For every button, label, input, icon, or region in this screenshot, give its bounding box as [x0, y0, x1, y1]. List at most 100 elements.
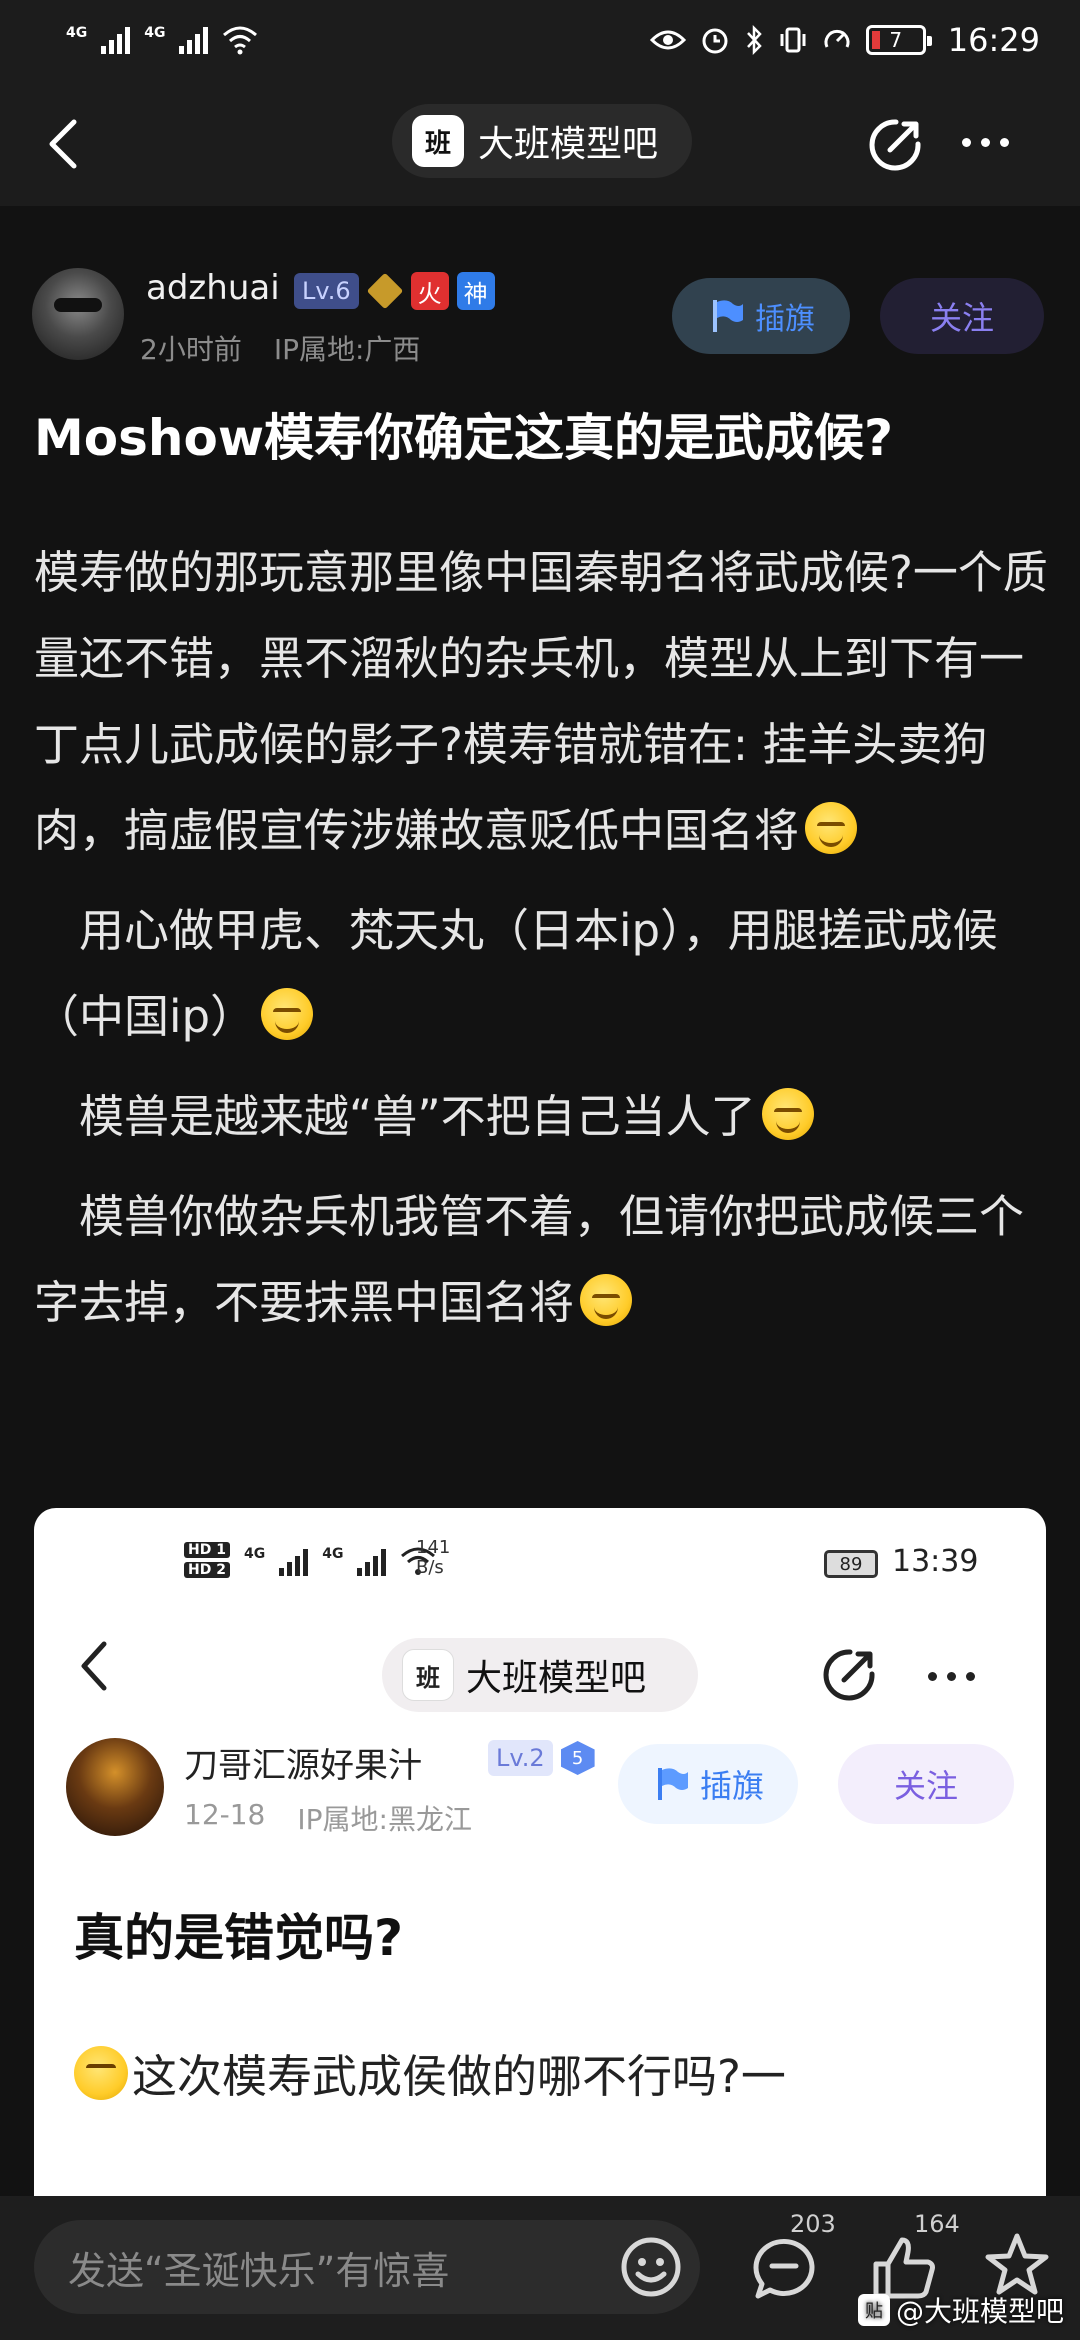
forum-name: 大班模型吧 [478, 124, 659, 165]
network-speed: 141 B/s [416, 1538, 450, 1578]
hd-badges: HD 1 HD 2 [184, 1542, 230, 1578]
embedded-status-bar: HD 1 HD 2 4G 4G 141 B/s 89 13:39 [34, 1508, 1046, 1598]
hd1-label: HD 1 [184, 1542, 230, 1558]
data-saver-icon [824, 29, 850, 48]
follow-button: 关注 [838, 1744, 1014, 1824]
flag-icon [713, 300, 743, 332]
network-type-2: 4G [322, 1546, 344, 1562]
status-bar: 4G 4G 7 16:29 [0, 0, 1080, 80]
status-right: 7 16:29 [649, 21, 1040, 59]
flag-button: 插旗 [618, 1744, 798, 1824]
post-paragraph: 模寿做的那玩意那里像中国秦朝名将武成候?一个质量还不错，黑不溜秋的杂兵机，模型从… [34, 530, 1054, 874]
paragraph-text: 模兽是越来越“兽”不把自己当人了 [79, 1090, 756, 1143]
more-icon [928, 1672, 975, 1681]
paragraph-text: 模寿做的那玩意那里像中国秦朝名将武成候?一个质量还不错，黑不溜秋的杂兵机，模型从… [34, 546, 1048, 857]
rank-badge: 5 [560, 1741, 595, 1775]
post-paragraph: 用心做甲虎、梵天丸（日本ip），用腿搓武成候（中国ip） [34, 888, 1054, 1060]
post-meta: 2小时前 IP属地:广西 [140, 328, 420, 368]
more-icon[interactable] [962, 138, 1009, 147]
author-row: adzhuai Lv.6 火 神 2小时前 IP属地:广西 插旗 关注 [0, 206, 1080, 376]
battery-icon: 89 [824, 1550, 878, 1578]
paragraph-text: 模兽你做杂兵机我管不着，但请你把武成候三个字去掉，不要抹黑中国名将 [34, 1190, 1025, 1329]
flag-label: 插旗 [755, 302, 815, 337]
username: 刀哥汇源好果汁 [184, 1746, 422, 1786]
share-icon[interactable] [866, 116, 924, 174]
post-paragraph: 模兽你做杂兵机我管不着，但请你把武成候三个字去掉，不要抹黑中国名将 [34, 1174, 1054, 1346]
flag-label: 插旗 [699, 1767, 764, 1805]
fire-badge: 火 [410, 272, 449, 310]
avatar[interactable] [32, 268, 124, 360]
network-type-2: 4G [144, 25, 166, 41]
watermark-text: @大班模型吧 [895, 2295, 1064, 2328]
back-icon[interactable] [40, 114, 90, 174]
ip-location: IP属地:黑龙江 [297, 1803, 472, 1836]
share-icon [823, 1649, 875, 1701]
comment-count: 203 [790, 2210, 836, 2238]
tieba-logo: 贴 [857, 2294, 890, 2326]
embedded-body-text: 这次模寿武成侯做的哪不行吗?一 [132, 2050, 786, 2103]
level-badge: Lv.6 [294, 273, 359, 309]
top-nav: 班 大班模型吧 [0, 80, 1080, 206]
alarm-icon [702, 28, 728, 54]
comment-input[interactable]: 发送“圣诞快乐”有惊喜 [34, 2220, 700, 2314]
user-badges: Lv.6 火 神 [294, 272, 495, 310]
flag-button[interactable]: 插旗 [672, 278, 850, 354]
post-meta: 12-18 IP属地:黑龙江 [184, 1798, 472, 1838]
smug-emoji-icon [261, 988, 314, 1040]
comment-icon[interactable] [746, 2230, 822, 2306]
avatar [66, 1738, 164, 1836]
speed-unit: B/s [416, 1557, 444, 1578]
signal-icon [357, 1548, 387, 1576]
hd2-label: HD 2 [184, 1562, 230, 1578]
emoji-icon[interactable] [616, 2232, 686, 2302]
vibrate-icon [780, 27, 806, 53]
forum-pill: 班 大班模型吧 [382, 1638, 698, 1712]
clock: 16:29 [947, 21, 1040, 59]
embedded-screenshot[interactable]: HD 1 HD 2 4G 4G 141 B/s 89 13:39 班 大班模型吧 … [34, 1508, 1046, 2298]
network-type-1: 4G [66, 25, 88, 41]
forum-pill[interactable]: 班 大班模型吧 [392, 104, 692, 178]
battery-level: 7 [889, 28, 903, 52]
battery-icon: 7 [865, 25, 932, 55]
post-body: 模寿做的那玩意那里像中国秦朝名将武成候?一个质量还不错，黑不溜秋的杂兵机，模型从… [34, 530, 1054, 1360]
embedded-author-row: 刀哥汇源好果汁 Lv.2 5 12-18 IP属地:黑龙江 插旗 关注 [34, 1728, 1046, 1858]
post-time: 2小时前 [140, 333, 242, 366]
smug-emoji-icon [805, 802, 858, 854]
embedded-post-body: 这次模寿武成侯做的哪不行吗?一 [74, 2040, 1014, 2105]
speed-value: 141 [416, 1537, 451, 1558]
follow-button[interactable]: 关注 [880, 278, 1044, 354]
thinking-emoji-icon [74, 2046, 128, 2100]
embedded-signals: 4G 4G [244, 1546, 436, 1576]
flag-icon [657, 1768, 688, 1800]
signal-icon [179, 26, 209, 54]
user-badges: Lv.2 5 [488, 1740, 595, 1776]
battery-level: 89 [839, 1553, 863, 1575]
signal-icon [101, 26, 131, 54]
level-badge: Lv.2 [488, 1740, 553, 1776]
network-type-1: 4G [244, 1546, 266, 1562]
smug-emoji-icon [580, 1274, 633, 1326]
smug-emoji-icon [761, 1088, 814, 1140]
status-left: 4G 4G [66, 25, 258, 55]
forum-logo: 班 [412, 115, 464, 167]
bottom-bar: 发送“圣诞快乐”有惊喜 203 164 贴 @大班模型吧 [0, 2196, 1080, 2340]
embedded-post-title: 真的是错觉吗? [74, 1909, 404, 1967]
like-count: 164 [914, 2210, 960, 2238]
embedded-nav: 班 大班模型吧 [34, 1598, 1046, 1718]
username[interactable]: adzhuai [146, 268, 280, 308]
god-badge: 神 [456, 272, 495, 310]
wifi-icon [223, 26, 258, 55]
post-date: 12-18 [184, 1798, 266, 1831]
gem-badge-icon [366, 272, 403, 310]
back-icon [81, 1641, 107, 1691]
clock: 13:39 [892, 1544, 979, 1579]
post-title: Moshow模寿你确定这真的是武成候? [34, 409, 894, 467]
bluetooth-icon [746, 25, 762, 55]
signal-icon [279, 1548, 309, 1576]
paragraph-text: 用心做甲虎、梵天丸（日本ip），用腿搓武成候（中国ip） [34, 904, 998, 1043]
ip-location: IP属地:广西 [273, 333, 421, 366]
forum-name: 大班模型吧 [466, 1658, 647, 1699]
forum-logo: 班 [402, 1649, 454, 1701]
post-paragraph: 模兽是越来越“兽”不把自己当人了 [34, 1074, 1054, 1160]
eye-icon [649, 30, 686, 50]
